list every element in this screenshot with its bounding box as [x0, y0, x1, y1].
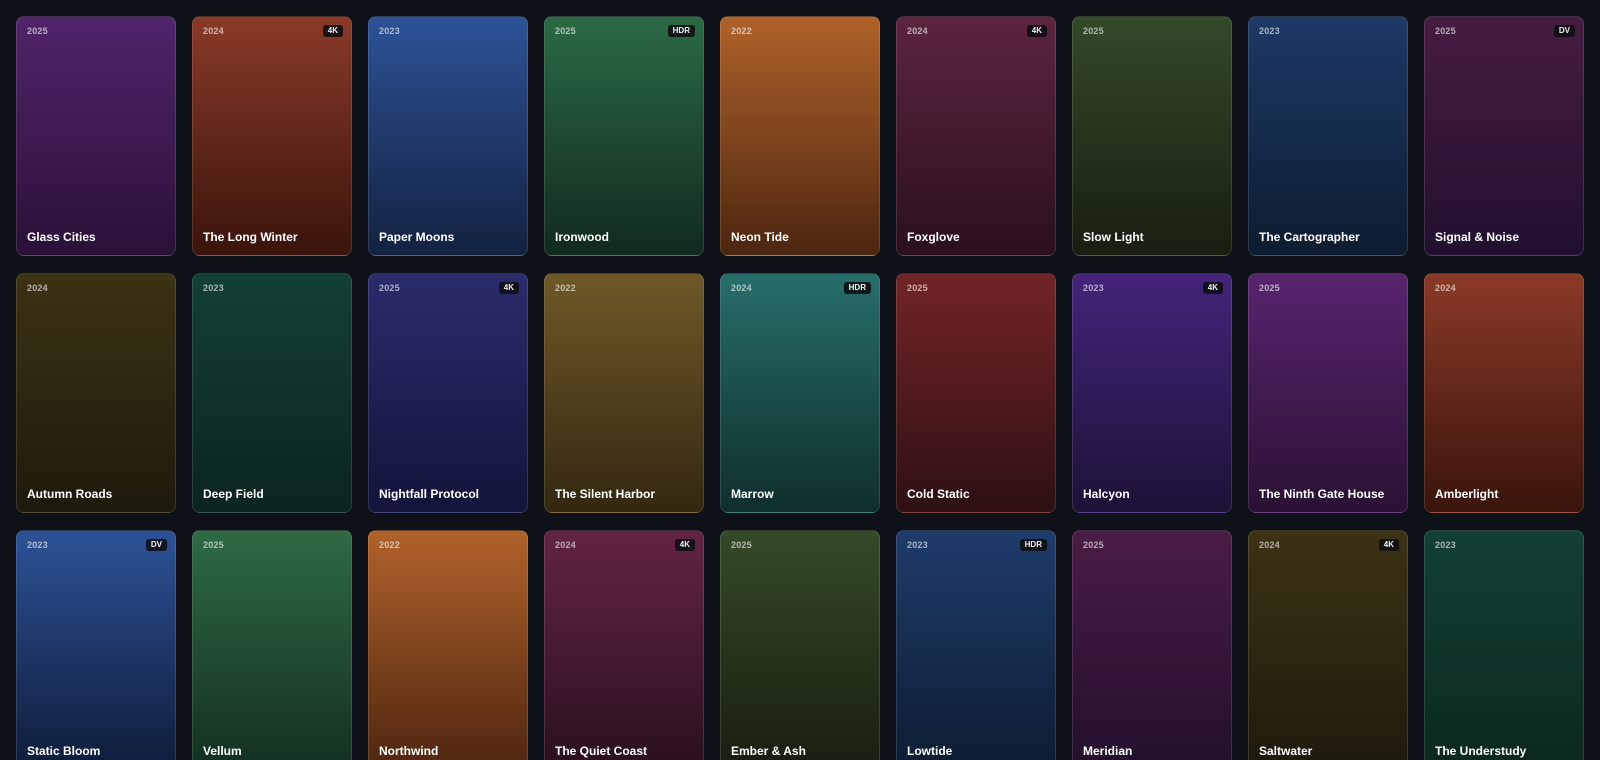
title-card[interactable]: 2025 Slow Light: [1072, 16, 1232, 256]
card-title: The Silent Harbor: [555, 487, 656, 501]
title-card[interactable]: 2023 Paper Moons: [368, 16, 528, 256]
quality-badge: 4K: [1202, 282, 1223, 294]
card-title: Amberlight: [1435, 487, 1499, 501]
release-year: 2023: [27, 540, 48, 550]
release-year: 2023: [1259, 26, 1280, 36]
release-year: 2025: [1259, 283, 1280, 293]
card-title: Neon Tide: [731, 230, 789, 244]
title-grid: 2025 Glass Cities 2024 4K The Long Winter 202…: [0, 0, 1600, 760]
card-title: The Quiet Coast: [555, 744, 648, 758]
title-card[interactable]: 2025 Ember & Ash: [720, 530, 880, 760]
title-card[interactable]: 2025 Meridian: [1072, 530, 1232, 760]
quality-badge: 4K: [1378, 539, 1399, 551]
card-title: Meridian: [1083, 744, 1133, 758]
card-title: Deep Field: [203, 487, 264, 501]
title-card[interactable]: 2025 DV Signal & Noise: [1424, 16, 1584, 256]
title-card[interactable]: 2025 Glass Cities: [16, 16, 176, 256]
card-title: Autumn Roads: [27, 487, 113, 501]
card-title: The Cartographer: [1259, 230, 1360, 244]
title-card[interactable]: 2024 4K Foxglove: [896, 16, 1056, 256]
card-title: Vellum: [203, 744, 242, 758]
release-year: 2025: [1435, 26, 1456, 36]
title-card[interactable]: 2024 4K The Long Winter: [192, 16, 352, 256]
card-title: The Understudy: [1435, 744, 1527, 758]
quality-badge: 4K: [674, 539, 695, 551]
card-title: Signal & Noise: [1435, 230, 1520, 244]
release-year: 2025: [731, 540, 752, 550]
card-title: Cold Static: [907, 487, 970, 501]
title-card[interactable]: 2025 Vellum: [192, 530, 352, 760]
card-title: Halcyon: [1083, 487, 1130, 501]
card-title: Northwind: [379, 744, 439, 758]
card-title: Nightfall Protocol: [379, 487, 479, 501]
title-card[interactable]: 2024 4K The Quiet Coast: [544, 530, 704, 760]
release-year: 2024: [907, 26, 928, 36]
card-title: The Long Winter: [203, 230, 298, 244]
title-card[interactable]: 2023 Deep Field: [192, 273, 352, 513]
release-year: 2022: [379, 540, 400, 550]
title-card[interactable]: 2025 The Ninth Gate House: [1248, 273, 1408, 513]
quality-badge: 4K: [498, 282, 519, 294]
card-title: Slow Light: [1083, 230, 1144, 244]
card-title: The Ninth Gate House: [1259, 487, 1385, 501]
release-year: 2024: [27, 283, 48, 293]
card-title: Ember & Ash: [731, 744, 806, 758]
release-year: 2025: [379, 283, 400, 293]
title-card[interactable]: 2024 4K Saltwater: [1248, 530, 1408, 760]
release-year: 2023: [379, 26, 400, 36]
release-year: 2025: [27, 26, 48, 36]
release-year: 2024: [731, 283, 752, 293]
quality-badge: 4K: [1026, 25, 1047, 37]
card-title: Saltwater: [1259, 744, 1313, 758]
quality-badge: 4K: [322, 25, 343, 37]
quality-badge: DV: [145, 539, 167, 551]
quality-badge: HDR: [1019, 539, 1047, 551]
title-card[interactable]: 2023 DV Static Bloom: [16, 530, 176, 760]
title-card[interactable]: 2024 HDR Marrow: [720, 273, 880, 513]
title-card[interactable]: 2024 Amberlight: [1424, 273, 1584, 513]
card-title: Lowtide: [907, 744, 953, 758]
title-card[interactable]: 2025 Cold Static: [896, 273, 1056, 513]
release-year: 2023: [1083, 283, 1104, 293]
card-title: Glass Cities: [27, 230, 96, 244]
release-year: 2025: [907, 283, 928, 293]
release-year: 2025: [1083, 26, 1104, 36]
release-year: 2023: [907, 540, 928, 550]
title-card[interactable]: 2025 4K Nightfall Protocol: [368, 273, 528, 513]
release-year: 2024: [1435, 283, 1456, 293]
title-card[interactable]: 2023 4K Halcyon: [1072, 273, 1232, 513]
release-year: 2022: [731, 26, 752, 36]
release-year: 2024: [203, 26, 224, 36]
release-year: 2024: [555, 540, 576, 550]
card-title: Paper Moons: [379, 230, 455, 244]
release-year: 2023: [1435, 540, 1456, 550]
title-card[interactable]: 2022 Neon Tide: [720, 16, 880, 256]
card-title: Static Bloom: [27, 744, 101, 758]
quality-badge: DV: [1553, 25, 1575, 37]
title-card[interactable]: 2025 HDR Ironwood: [544, 16, 704, 256]
release-year: 2025: [203, 540, 224, 550]
release-year: 2025: [555, 26, 576, 36]
release-year: 2022: [555, 283, 576, 293]
quality-badge: HDR: [667, 25, 695, 37]
title-card[interactable]: 2023 The Understudy: [1424, 530, 1584, 760]
card-title: Ironwood: [555, 230, 609, 244]
title-card[interactable]: 2022 Northwind: [368, 530, 528, 760]
release-year: 2024: [1259, 540, 1280, 550]
title-card[interactable]: 2024 Autumn Roads: [16, 273, 176, 513]
card-title: Foxglove: [907, 230, 960, 244]
title-card[interactable]: 2023 HDR Lowtide: [896, 530, 1056, 760]
title-card[interactable]: 2023 The Cartographer: [1248, 16, 1408, 256]
quality-badge: HDR: [843, 282, 871, 294]
card-title: Marrow: [731, 487, 774, 501]
release-year: 2023: [203, 283, 224, 293]
title-card[interactable]: 2022 The Silent Harbor: [544, 273, 704, 513]
release-year: 2025: [1083, 540, 1104, 550]
